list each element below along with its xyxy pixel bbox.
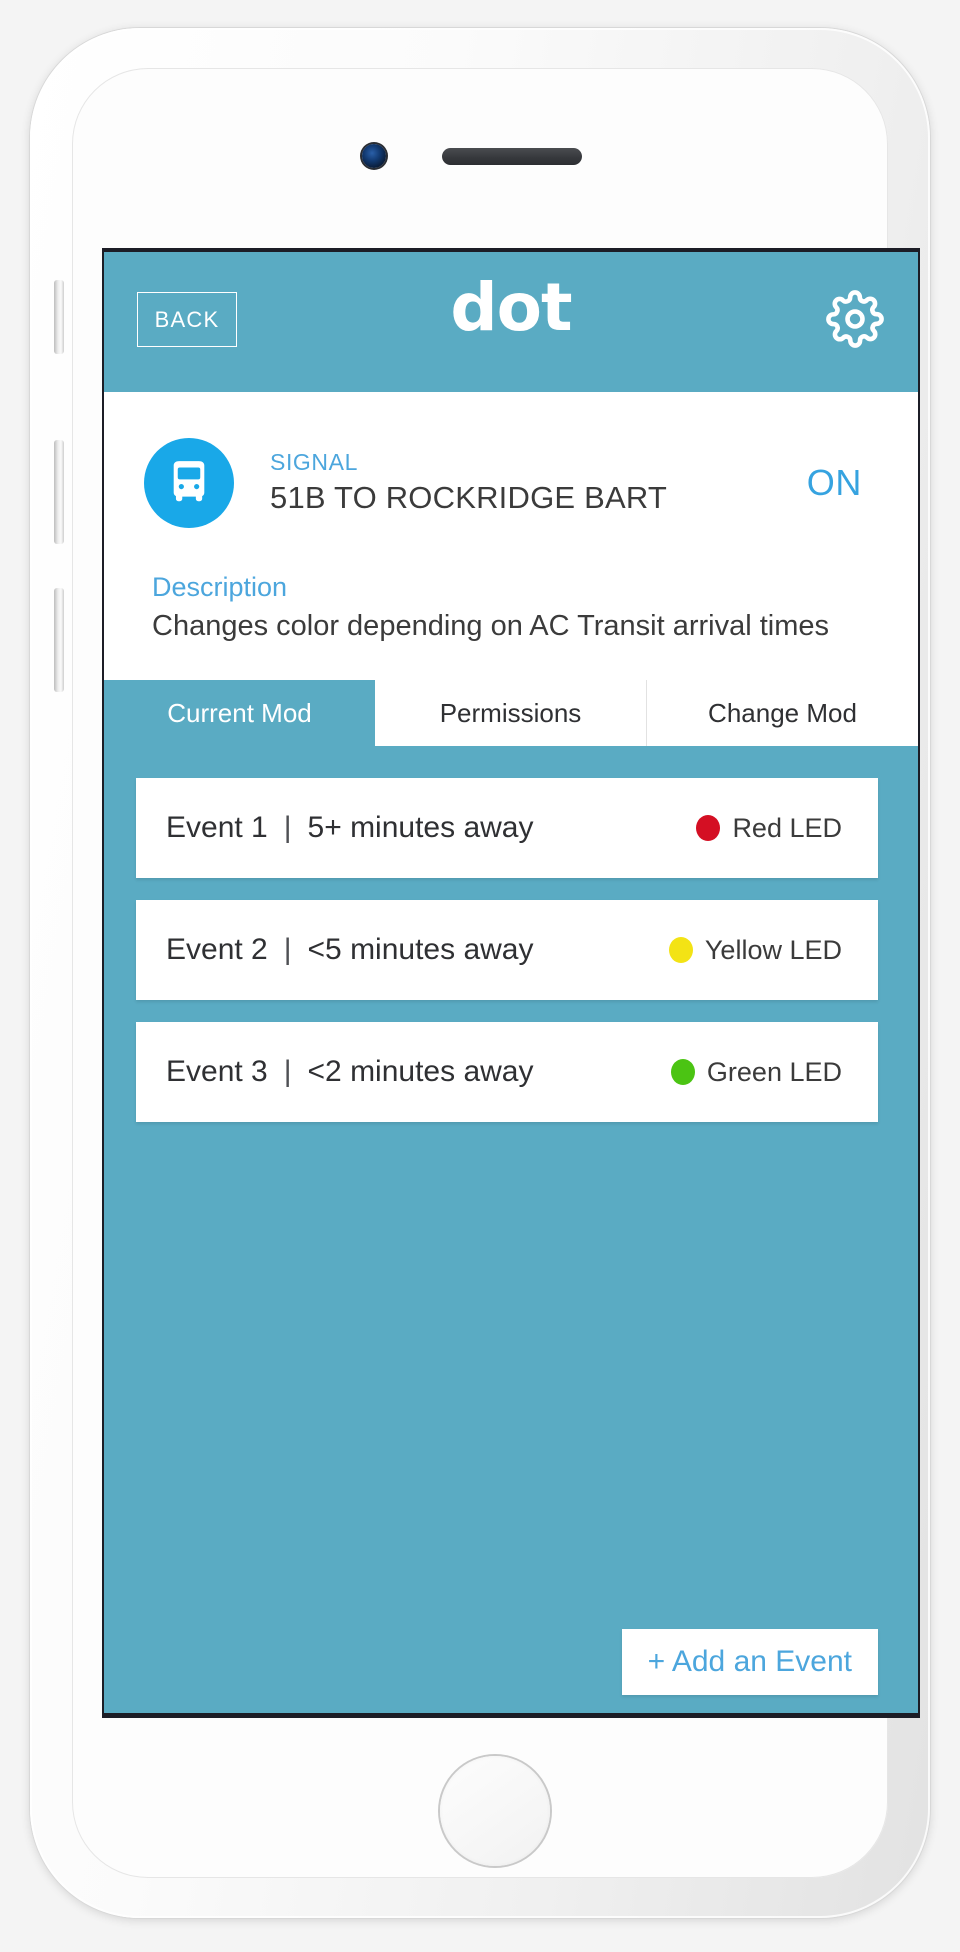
description-block: Description Changes color depending on A…: [144, 570, 878, 646]
event-led-label: Yellow LED: [704, 934, 842, 965]
tab-current-mod[interactable]: Current Mod: [104, 680, 375, 747]
event-led-label: Red LED: [732, 812, 842, 843]
tab-change-mod[interactable]: Change Mod: [647, 680, 918, 747]
signal-text-block: SIGNAL 51B TO ROCKRIDGE BART: [270, 448, 807, 518]
gear-icon: [826, 290, 884, 348]
yellow-led-icon: [668, 937, 693, 964]
event-number: Event 1: [166, 811, 268, 845]
tab-bar: Current Mod Permissions Change Mod: [104, 680, 918, 747]
add-event-button[interactable]: + Add an Event: [621, 1629, 878, 1695]
event-led: Red LED: [696, 813, 842, 844]
signal-info-card: SIGNAL 51B TO ROCKRIDGE BART ON Descript…: [104, 392, 918, 681]
event-summary: Event 3 | <2 minutes away: [166, 1055, 671, 1089]
volume-down-button[interactable]: [54, 588, 64, 692]
signal-state-toggle[interactable]: ON: [807, 462, 878, 504]
event-separator: |: [283, 811, 292, 845]
green-led-icon: [670, 1059, 695, 1086]
volume-up-button[interactable]: [54, 440, 64, 544]
event-number: Event 2: [166, 933, 268, 967]
phone-frame: BACK dot SIGNAL 51B TO ROCKRIDGE BART ON…: [30, 28, 930, 1918]
earpiece-speaker-icon: [442, 148, 582, 165]
event-number: Event 3: [166, 1055, 268, 1089]
home-button[interactable]: [440, 1756, 550, 1866]
event-led-label: Green LED: [706, 1056, 842, 1087]
tab-permissions[interactable]: Permissions: [375, 680, 647, 747]
events-list: Event 1 | 5+ minutes away Red LED Event …: [104, 746, 918, 1713]
phone-screen: BACK dot SIGNAL 51B TO ROCKRIDGE BART ON…: [102, 248, 920, 1718]
table-row[interactable]: Event 1 | 5+ minutes away Red LED: [136, 778, 878, 879]
event-condition: <2 minutes away: [307, 1055, 534, 1089]
red-led-icon: [696, 815, 721, 842]
settings-button[interactable]: [826, 290, 884, 348]
signal-name: 51B TO ROCKRIDGE BART: [270, 480, 667, 515]
app-header: BACK dot: [104, 252, 918, 392]
table-row[interactable]: Event 2 | <5 minutes away Yellow LED: [136, 900, 878, 1001]
event-summary: Event 1 | 5+ minutes away: [166, 811, 696, 845]
event-summary: Event 2 | <5 minutes away: [166, 933, 669, 967]
silent-switch[interactable]: [54, 280, 64, 354]
event-led: Green LED: [670, 1056, 842, 1088]
front-camera-icon: [362, 144, 386, 168]
signal-label: SIGNAL: [270, 449, 358, 476]
event-separator: |: [283, 933, 292, 967]
bus-icon: [144, 438, 234, 528]
event-condition: <5 minutes away: [307, 933, 534, 967]
event-separator: |: [283, 1055, 292, 1089]
description-label: Description: [152, 572, 288, 602]
event-led: Yellow LED: [668, 934, 842, 966]
table-row[interactable]: Event 3 | <2 minutes away Green LED: [136, 1022, 878, 1123]
description-text: Changes color depending on AC Transit ar…: [152, 610, 830, 643]
signal-row: SIGNAL 51B TO ROCKRIDGE BART ON: [144, 438, 878, 528]
event-condition: 5+ minutes away: [307, 811, 534, 845]
app-title: dot: [450, 269, 572, 346]
